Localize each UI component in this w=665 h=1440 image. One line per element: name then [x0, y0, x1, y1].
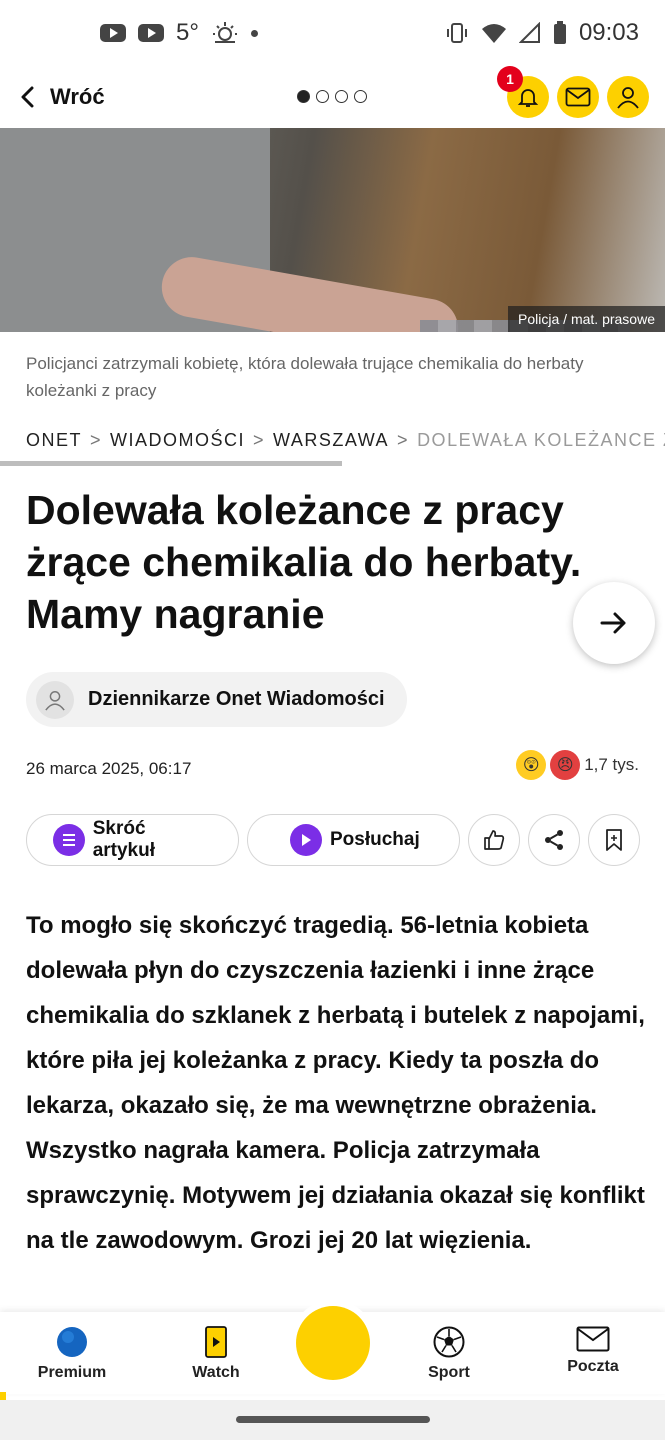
article-actions: Skróć artykuł Posłuchaj [26, 814, 640, 866]
onet-home-button[interactable] [296, 1306, 370, 1380]
share-icon [545, 830, 563, 850]
vibrate-icon [446, 23, 467, 43]
wifi-icon [481, 24, 506, 43]
pager-dot[interactable] [316, 90, 329, 103]
hero-image[interactable]: Policja / mat. prasowe [0, 128, 665, 332]
battery-icon [553, 21, 566, 44]
envelope-icon [576, 1326, 610, 1352]
progress-indicator [0, 1392, 6, 1400]
photo-caption: Policjanci zatrzymali kobietę, która dol… [26, 354, 584, 400]
reactions-count: 1,7 tys. [584, 755, 639, 774]
nav-label: Sport [428, 1364, 470, 1381]
top-app-bar: Wróć 1 [0, 66, 665, 128]
like-button[interactable] [468, 814, 520, 866]
article-lead: To mogło się skończyć tragedią. 56-letni… [26, 912, 645, 1254]
envelope-icon [565, 87, 591, 107]
nav-label: Poczta [567, 1358, 619, 1375]
nav-label: Premium [37, 1364, 107, 1381]
shocked-emoji-icon: 😲 [516, 750, 547, 780]
nav-label: Watch [192, 1364, 240, 1381]
status-time: 09:03 [578, 19, 639, 46]
pager-dot[interactable] [297, 90, 310, 103]
user-icon [617, 87, 639, 109]
breadcrumb-separator: > [90, 430, 103, 450]
share-button[interactable] [528, 814, 580, 866]
watch-play-icon [205, 1326, 227, 1358]
listen-label: Posłuchaj [330, 829, 420, 850]
pager-dot[interactable] [354, 90, 367, 103]
account-button[interactable] [607, 76, 649, 118]
notification-dot-icon [250, 29, 258, 37]
bottom-navigation: Premium Watch Sport Poczta [0, 1306, 665, 1394]
bookmark-button[interactable] [588, 814, 640, 866]
bookmark-icon [606, 829, 622, 851]
breadcrumb-item[interactable]: WARSZAWA [273, 430, 389, 451]
nav-watch[interactable]: Watch [161, 1326, 271, 1382]
breadcrumb-separator: > [397, 430, 410, 450]
home-gesture-bar[interactable] [236, 1416, 430, 1423]
breadcrumb-item[interactable]: ONET [26, 430, 82, 451]
author-name: Dziennikarze Onet Wiadomości [88, 688, 385, 710]
publish-date: 26 marca 2025, 06:17 [26, 759, 192, 778]
avatar [36, 680, 74, 719]
nav-sport[interactable]: Sport [394, 1326, 504, 1382]
breadcrumb-separator: > [253, 430, 266, 450]
soccer-ball-icon [433, 1326, 465, 1358]
premium-globe-icon [57, 1327, 87, 1357]
summarize-button[interactable]: Skróć artykuł [26, 814, 239, 866]
photo-credit: Policja / mat. prasowe [508, 306, 665, 332]
summarize-label: Skróć artykuł [92, 818, 156, 861]
reactions[interactable]: 😲 😠 1,7 tys. [516, 750, 639, 780]
angry-emoji-icon: 😠 [550, 750, 581, 780]
thumbs-up-icon [484, 830, 505, 850]
status-bar: 5° 09:03 [0, 0, 665, 66]
breadcrumb-current: DOLEWAŁA KOLEŻANCE Z [417, 430, 665, 450]
play-icon [290, 824, 322, 856]
youtube-icon [138, 24, 164, 42]
pager-dot[interactable] [335, 90, 348, 103]
notification-badge: 1 [497, 66, 523, 92]
article-title: Dolewała koleżance z pracy żrące chemika… [26, 487, 582, 637]
back-button[interactable]: Wróć [20, 84, 105, 110]
user-icon [45, 690, 65, 711]
arrow-right-icon [600, 612, 626, 634]
nav-premium[interactable]: Premium [17, 1326, 127, 1382]
author-chip[interactable]: Dziennikarze Onet Wiadomości [26, 672, 407, 727]
breadcrumb-item[interactable]: WIADOMOŚCI [110, 430, 245, 451]
youtube-icon [100, 24, 126, 42]
reading-progress-bar [0, 461, 342, 466]
status-temperature: 5° [176, 19, 199, 46]
nav-mail[interactable]: Poczta [538, 1326, 648, 1376]
signal-icon [518, 22, 540, 43]
list-icon [53, 824, 85, 856]
bell-icon [517, 89, 539, 107]
weather-icon [212, 22, 237, 43]
chevron-left-icon [21, 86, 34, 108]
listen-button[interactable]: Posłuchaj [247, 814, 460, 866]
messages-button[interactable] [557, 76, 599, 118]
back-label: Wróć [50, 84, 105, 109]
next-article-button[interactable] [573, 582, 655, 664]
notifications-button[interactable]: 1 [497, 66, 549, 118]
gallery-pager[interactable] [297, 90, 367, 103]
breadcrumb: ONET > WIADOMOŚCI > WARSZAWA > DOLEWAŁA … [26, 430, 665, 451]
